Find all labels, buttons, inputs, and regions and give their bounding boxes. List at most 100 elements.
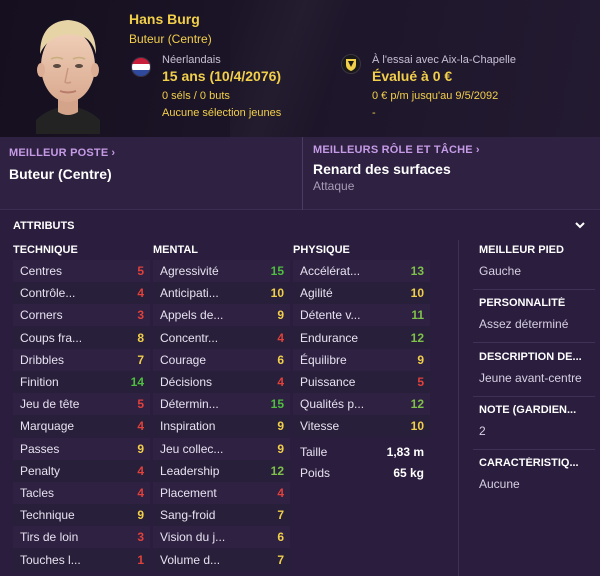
attribute-value: 4 — [137, 486, 144, 500]
attribute-name: Détente v... — [300, 308, 361, 323]
attribute-row-technique[interactable]: Corners 3 — [13, 304, 150, 327]
attribute-row-mental[interactable]: Appels de... 9 — [153, 304, 290, 327]
info-value: Assez déterminé — [479, 317, 569, 332]
attribute-row-mental[interactable]: Leadership 12 — [153, 459, 290, 482]
player-name: Hans Burg — [129, 11, 200, 27]
physique-heading: PHYSIQUE — [293, 244, 350, 256]
attribute-row-mental[interactable]: Sang-froid 7 — [153, 504, 290, 527]
attribute-name: Corners — [20, 308, 63, 323]
attribute-value: 3 — [137, 308, 144, 323]
attribute-row-physique[interactable]: Puissance 5 — [293, 371, 430, 393]
info-value: 2 — [479, 423, 486, 438]
player-value: Évalué à 0 € — [372, 68, 453, 84]
attribute-value: 9 — [277, 441, 284, 456]
attribute-row-mental[interactable]: Concentr... 4 — [153, 326, 290, 349]
attribute-value: 5 — [137, 264, 144, 278]
attribute-name: Courage — [160, 352, 207, 367]
attribute-row-mental[interactable]: Inspiration 9 — [153, 415, 290, 438]
attribute-row-mental[interactable]: Agressivité 15 — [153, 260, 290, 282]
attribute-row-technique[interactable]: Tirs de loin 3 — [13, 526, 150, 549]
attribute-row-technique[interactable]: Marquage 4 — [13, 415, 150, 438]
technique-heading: TECHNIQUE — [13, 244, 78, 256]
attribute-row-technique[interactable]: Passes 9 — [13, 437, 150, 460]
attribute-name: Équilibre — [300, 352, 347, 367]
attribute-name: Appels de... — [160, 308, 224, 323]
info-label: PERSONNALITÉ — [479, 297, 566, 310]
attribute-value: 11 — [411, 308, 424, 323]
best-position-link[interactable]: MEILLEUR POSTE › — [9, 147, 115, 159]
attribute-row-technique[interactable]: Coups fra... 8 — [13, 326, 150, 349]
netherlands-flag-icon — [131, 57, 151, 77]
attribute-row-technique[interactable]: Technique 9 — [13, 504, 150, 527]
attribute-name: Vitesse — [300, 419, 340, 434]
attribute-name: Technique — [20, 508, 75, 523]
height-value: 1,83 m — [386, 445, 424, 459]
nationality[interactable]: Néerlandais — [162, 54, 221, 66]
attribute-row-physique[interactable]: Équilibre 9 — [293, 348, 430, 371]
attribute-row-technique[interactable]: Jeu de tête 5 — [13, 393, 150, 416]
attribute-row-technique[interactable]: Penalty 4 — [13, 459, 150, 482]
attribute-row-technique[interactable]: Touches l... 1 — [13, 548, 150, 571]
best-position-panel: MEILLEUR POSTE › Buteur (Centre) MEILLEUR… — [0, 137, 600, 210]
attribute-row-mental[interactable]: Placement 4 — [153, 482, 290, 504]
attribute-name: Sang-froid — [160, 508, 216, 523]
attribute-name: Anticipati... — [160, 286, 219, 301]
info-value: Gauche — [479, 264, 522, 278]
attribute-value: 1 — [137, 552, 144, 567]
attribute-value: 6 — [277, 530, 284, 545]
attribute-name: Qualités p... — [300, 397, 365, 412]
attribute-value: 14 — [130, 375, 144, 389]
attribute-name: Centres — [20, 264, 63, 278]
attribute-row-mental[interactable]: Anticipati... 10 — [153, 282, 290, 305]
attribute-value: 15 — [270, 397, 284, 412]
attribute-row-physique[interactable]: Vitesse 10 — [293, 415, 430, 438]
attribute-name: Tacles — [20, 486, 55, 500]
attribute-row-mental[interactable]: Détermin... 15 — [153, 393, 290, 416]
chevron-down-icon[interactable] — [574, 220, 586, 230]
attribute-row-technique[interactable]: Finition 14 — [13, 371, 150, 393]
attribute-row-physique[interactable]: Accélérat... 13 — [293, 260, 430, 282]
player-portrait — [36, 20, 100, 134]
attribute-row-technique[interactable]: Centres 5 — [13, 260, 150, 282]
attribute-row-mental[interactable]: Vision du j... 6 — [153, 526, 290, 549]
attribute-value: 7 — [137, 352, 144, 367]
attribute-value: 9 — [277, 308, 284, 323]
attribute-value: 6 — [277, 352, 284, 367]
attribute-value: 4 — [137, 286, 144, 301]
attribute-value: 10 — [410, 419, 424, 434]
attribute-row-physique[interactable]: Détente v... 11 — [293, 304, 430, 327]
attribute-row-physique[interactable]: Qualités p... 12 — [293, 393, 430, 416]
attribute-name: Contrôle... — [20, 286, 76, 301]
chevron-right-icon: › — [111, 147, 116, 159]
club-crest-icon[interactable] — [341, 54, 361, 74]
attribute-value: 10 — [410, 286, 424, 301]
attribute-row-mental[interactable]: Jeu collec... 9 — [153, 437, 290, 460]
attribute-row-technique[interactable]: Contrôle... 4 — [13, 282, 150, 305]
contract-extra: - — [372, 107, 376, 119]
info-value: Jeune avant-centre — [479, 370, 582, 385]
attribute-row-physique[interactable]: Endurance 12 — [293, 326, 430, 349]
attribute-value: 4 — [277, 375, 284, 389]
attribute-value: 4 — [137, 419, 144, 434]
attribute-row-mental[interactable]: Volume d... 7 — [153, 548, 290, 571]
info-label: NOTE (GARDIEN... — [479, 403, 577, 416]
attribute-row-technique[interactable]: Tacles 4 — [13, 482, 150, 504]
attribute-value: 5 — [417, 375, 424, 389]
player-header: Hans Burg Buteur (Centre) Néerlandais 15… — [0, 0, 600, 137]
best-role-link[interactable]: MEILLEURS RÔLE ET TÂCHE › — [313, 144, 480, 156]
chevron-right-icon: › — [475, 144, 480, 156]
info-block: CARACTÉRISTIQ... Aucune — [473, 457, 595, 491]
attribute-row-technique[interactable]: Dribbles 7 — [13, 348, 150, 371]
attribute-value: 12 — [410, 397, 424, 412]
attribute-value: 13 — [410, 264, 424, 278]
attribute-row-physique[interactable]: Agilité 10 — [293, 282, 430, 305]
attributes-header[interactable]: ATTRIBUTS — [0, 211, 600, 239]
attribute-row-mental[interactable]: Courage 6 — [153, 348, 290, 371]
attribute-value: 8 — [137, 330, 144, 345]
attributes-title: ATTRIBUTS — [13, 220, 75, 232]
attribute-name: Placement — [160, 486, 217, 500]
attribute-row-mental[interactable]: Décisions 4 — [153, 371, 290, 393]
trial-status[interactable]: À l'essai avec Aix-la-Chapelle — [372, 54, 516, 66]
attribute-name: Agressivité — [160, 264, 219, 278]
attribute-name: Décisions — [160, 375, 213, 389]
